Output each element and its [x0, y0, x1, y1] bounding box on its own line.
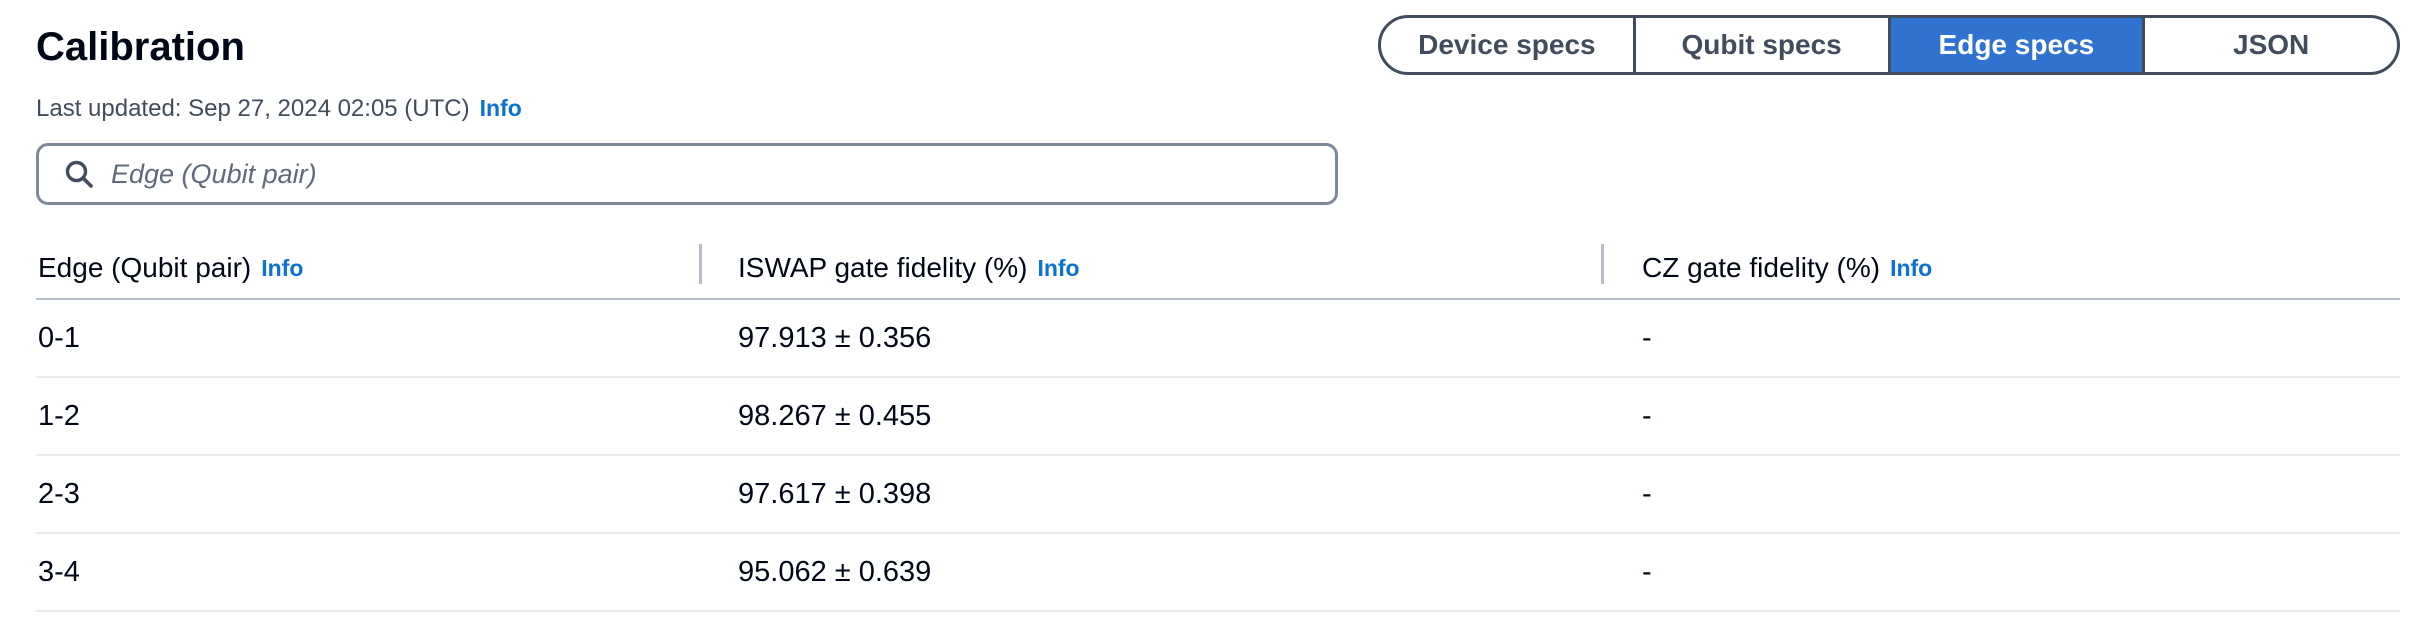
cell-edge: 1-2 [38, 399, 80, 432]
cell-edge: 3-4 [38, 555, 80, 588]
column-divider[interactable] [699, 244, 702, 284]
last-updated-row: Last updated: Sep 27, 2024 02:05 (UTC) In… [36, 92, 522, 125]
last-updated-text: Last updated: Sep 27, 2024 02:05 (UTC) [36, 95, 470, 122]
cell-cz-fidelity: - [1642, 321, 1652, 354]
column-header-label: Edge (Qubit pair) [38, 252, 252, 283]
cell-edge: 0-1 [38, 321, 80, 354]
page-title: Calibration [36, 25, 245, 69]
cell-iswap-fidelity: 97.913 ± 0.356 [738, 321, 932, 354]
cell-iswap-fidelity: 98.267 ± 0.455 [738, 399, 932, 432]
column-header-cz[interactable]: CZ gate fidelity (%) Info [1601, 238, 2400, 298]
cell-cz-fidelity: - [1642, 477, 1652, 510]
column-info-link[interactable]: Info [261, 255, 303, 282]
table-row: 0-1 97.913 ± 0.356 - [36, 300, 2400, 378]
cell-edge: 2-3 [38, 477, 80, 510]
tab-json[interactable]: JSON [2142, 18, 2397, 72]
column-header-label: CZ gate fidelity (%) [1642, 252, 1881, 283]
table-row: 1-2 98.267 ± 0.455 - [36, 378, 2400, 456]
cell-iswap-fidelity: 95.062 ± 0.639 [738, 555, 932, 588]
table-header: Edge (Qubit pair) Info ISWAP gate fidelit… [36, 238, 2400, 300]
column-divider[interactable] [1601, 244, 1604, 284]
cell-iswap-fidelity: 97.617 ± 0.398 [738, 477, 932, 510]
tab-qubit-specs[interactable]: Qubit specs [1632, 18, 1888, 72]
column-info-link[interactable]: Info [1890, 255, 1932, 282]
column-header-label: ISWAP gate fidelity (%) [738, 252, 1028, 283]
search-field [36, 143, 1338, 205]
cell-cz-fidelity: - [1642, 555, 1652, 588]
tab-device-specs[interactable]: Device specs [1381, 18, 1633, 72]
search-icon [59, 154, 99, 194]
last-updated-info-link[interactable]: Info [480, 95, 522, 121]
edge-specs-table: Edge (Qubit pair) Info ISWAP gate fidelit… [36, 238, 2400, 612]
cell-cz-fidelity: - [1642, 399, 1652, 432]
view-segmented-control: Device specs Qubit specs Edge specs JSON [1378, 15, 2400, 75]
search-input[interactable] [111, 158, 1291, 190]
table-row: 2-3 97.617 ± 0.398 - [36, 456, 2400, 534]
column-info-link[interactable]: Info [1037, 255, 1079, 282]
table-row: 3-4 95.062 ± 0.639 - [36, 534, 2400, 612]
tab-edge-specs[interactable]: Edge specs [1887, 18, 2143, 72]
column-header-edge[interactable]: Edge (Qubit pair) Info [36, 238, 738, 298]
column-header-iswap[interactable]: ISWAP gate fidelity (%) Info [699, 238, 1642, 298]
